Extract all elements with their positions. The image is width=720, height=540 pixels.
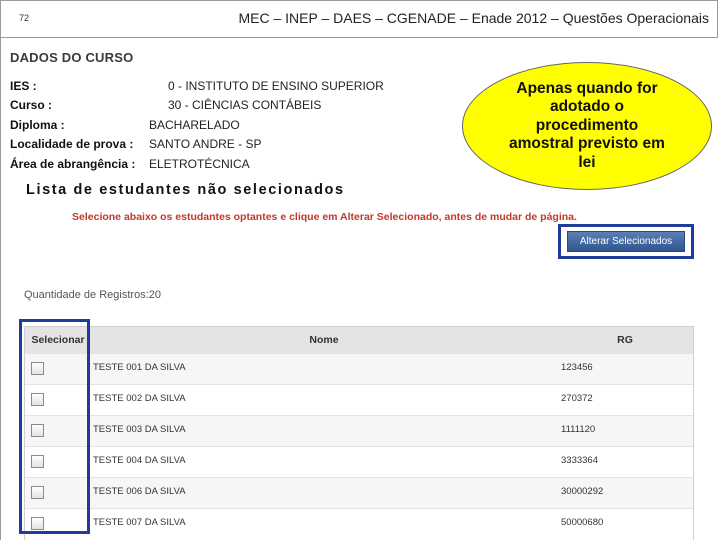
table-row: TESTE 007 DA SILVA 50000680 <box>25 508 693 540</box>
student-name: TESTE 004 DA SILVA <box>93 455 186 466</box>
localidade-value: SANTO ANDRE - SP <box>149 137 262 151</box>
page-header: 72 MEC – INEP – DAES – CGENADE – Enade 2… <box>0 0 718 38</box>
list-title: Lista de estudantes não selecionados <box>26 182 345 198</box>
ies-value: 0 - INSTITUTO DE ENSINO SUPERIOR <box>168 79 384 93</box>
student-rg: 30000292 <box>561 486 604 497</box>
student-rg: 270372 <box>561 393 593 404</box>
callout-text: Apenas quando for adotado o procedimento… <box>509 79 665 171</box>
page-number: 72 <box>19 13 30 23</box>
select-column-highlight-frame <box>19 319 90 534</box>
instruction-text: Selecione abaixo os estudantes optantes … <box>72 211 577 223</box>
student-rg: 1111120 <box>561 424 596 435</box>
callout-note: Apenas quando for adotado o procedimento… <box>462 62 712 190</box>
student-name: TESTE 007 DA SILVA <box>93 517 186 528</box>
diploma-label: Diploma : <box>10 118 65 132</box>
curso-value: 30 - CIÊNCIAS CONTÁBEIS <box>168 98 322 112</box>
student-rg: 50000680 <box>561 517 604 528</box>
ies-label: IES : <box>10 79 37 93</box>
curso-label: Curso : <box>10 98 52 112</box>
area-label: Área de abrangência : <box>10 157 136 171</box>
student-rg: 123456 <box>561 362 593 373</box>
student-name: TESTE 002 DA SILVA <box>93 393 186 404</box>
table-row: TESTE 001 DA SILVA 123456 <box>25 353 693 385</box>
table-row: TESTE 004 DA SILVA 3333364 <box>25 446 693 478</box>
alter-selected-button[interactable]: Alterar Selecionados <box>567 231 685 252</box>
student-name: TESTE 003 DA SILVA <box>93 424 186 435</box>
table-row: TESTE 003 DA SILVA 1111120 <box>25 415 693 447</box>
area-value: ELETROTÉCNICA <box>149 157 250 171</box>
table-row: TESTE 002 DA SILVA 270372 <box>25 384 693 416</box>
record-count: Quantidade de Registros:20 <box>24 289 161 301</box>
column-header-nome[interactable]: Nome <box>91 327 557 353</box>
student-name: TESTE 006 DA SILVA <box>93 486 186 497</box>
students-table: Selecionar Nome RG TESTE 001 DA SILVA 12… <box>24 326 694 540</box>
student-name: TESTE 001 DA SILVA <box>93 362 186 373</box>
column-header-rg[interactable]: RG <box>557 327 693 353</box>
table-row: TESTE 006 DA SILVA 30000292 <box>25 477 693 509</box>
header-title: MEC – INEP – DAES – CGENADE – Enade 2012… <box>238 10 709 26</box>
student-rg: 3333364 <box>561 455 598 466</box>
left-rule <box>0 38 1 540</box>
section-title: DADOS DO CURSO <box>10 50 134 65</box>
localidade-label: Localidade de prova : <box>10 137 134 151</box>
diploma-value: BACHARELADO <box>149 118 240 132</box>
